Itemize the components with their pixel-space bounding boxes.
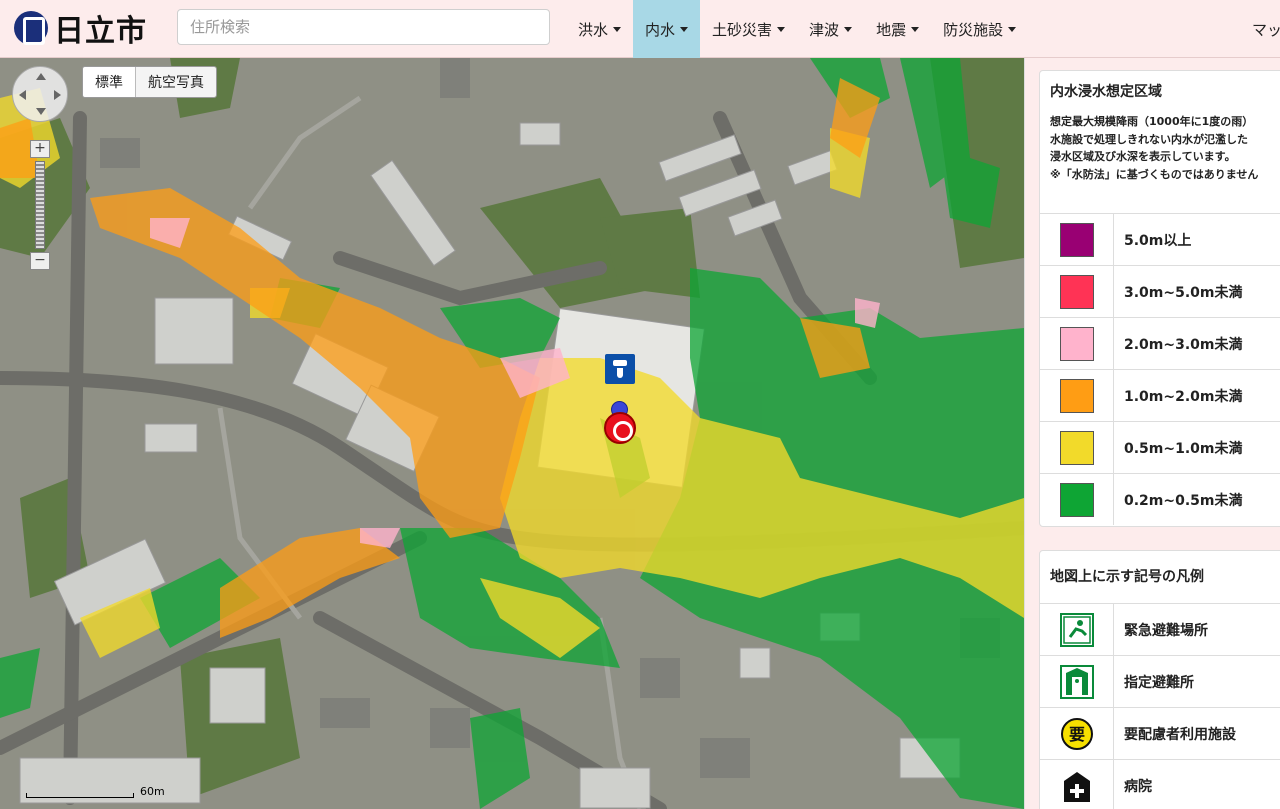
- zoom-slider[interactable]: [35, 161, 45, 249]
- zoom-out-button[interactable]: −: [30, 252, 50, 270]
- legend-description: 想定最大規模降雨（1000年に1度の雨） 水施設で処理しきれない内水が氾濫した …: [1040, 111, 1280, 213]
- nav-label: 内水: [645, 20, 676, 39]
- layer-standard-button[interactable]: 標準: [83, 67, 135, 97]
- swatch-cell: [1040, 214, 1114, 265]
- pan-right-icon[interactable]: [54, 90, 61, 100]
- symbol-row: 指定避難所: [1040, 655, 1280, 707]
- swatch-cell: [1040, 422, 1114, 473]
- chevron-down-icon: [844, 26, 853, 32]
- nav-label: 津波: [809, 20, 840, 39]
- icon-cell: 要: [1040, 708, 1114, 759]
- nav-label: 洪水: [578, 20, 609, 39]
- water-facility-marker-icon[interactable]: [605, 354, 635, 384]
- symbol-legend-title: 地図上に示す記号の凡例: [1050, 569, 1204, 585]
- pan-up-icon[interactable]: [36, 73, 46, 80]
- symbol-row: 病院: [1040, 759, 1280, 809]
- symbol-label: 指定避難所: [1124, 674, 1194, 691]
- nav-label: 防災施設: [943, 20, 1004, 39]
- designated-shelter-icon: [1059, 664, 1094, 699]
- logo-text: 日立市: [54, 14, 147, 49]
- legend-row: 2.0m~3.0m未満: [1040, 317, 1280, 369]
- scale-bar: 60m: [26, 785, 165, 799]
- nav-tsunami[interactable]: 津波: [797, 0, 864, 58]
- base-layer-toggle: 標準 航空写真: [82, 66, 217, 98]
- legend-row: 5.0m以上: [1040, 213, 1280, 265]
- inland-flood-legend: 内水浸水想定区域 想定最大規模降雨（1000年に1度の雨） 水施設で処理しきれな…: [1039, 70, 1280, 527]
- swatch-cell: [1040, 474, 1114, 525]
- nav-label: 地震: [876, 20, 907, 39]
- symbol-row: 緊急避難場所: [1040, 603, 1280, 655]
- icon-cell: [1040, 656, 1114, 707]
- color-swatch: [1059, 378, 1094, 413]
- swatch-cell: [1040, 370, 1114, 421]
- nav-label: マップ: [1252, 20, 1280, 39]
- legend-row: 3.0m~5.0m未満: [1040, 265, 1280, 317]
- legend-row: 1.0m~2.0m未満: [1040, 369, 1280, 421]
- legend-label: 1.0m~2.0m未満: [1124, 388, 1243, 405]
- scale-label: 60m: [140, 785, 165, 798]
- chevron-down-icon: [911, 26, 920, 32]
- legend-label: 5.0m以上: [1124, 232, 1192, 249]
- legend-label: 3.0m~5.0m未満: [1124, 284, 1243, 301]
- address-search-input[interactable]: [177, 9, 550, 45]
- legend-label: 0.5m~1.0m未満: [1124, 440, 1243, 457]
- color-swatch: [1059, 274, 1094, 309]
- aerial-map-image: [0, 58, 1024, 809]
- legend-panel: 内水浸水想定区域 想定最大規模降雨（1000年に1度の雨） 水施設で処理しきれな…: [1024, 58, 1280, 809]
- location-pin-icon[interactable]: [604, 412, 636, 444]
- symbol-label: 緊急避難場所: [1124, 622, 1208, 639]
- swatch-cell: [1040, 318, 1114, 369]
- symbol-label: 病院: [1124, 778, 1152, 795]
- map-navigation-control: + −: [12, 66, 68, 270]
- symbol-row: 要 要配慮者利用施設: [1040, 707, 1280, 759]
- chevron-down-icon: [1008, 26, 1017, 32]
- symbol-legend: 地図上に示す記号の凡例 緊急避難場所 指定避難所 要 要配慮者利用施設 病院: [1039, 550, 1280, 809]
- color-swatch: [1059, 326, 1094, 361]
- legend-label: 2.0m~3.0m未満: [1124, 336, 1243, 353]
- legend-description-line: 想定最大規模降雨（1000年に1度の雨）: [1050, 115, 1254, 128]
- chevron-down-icon: [613, 26, 622, 32]
- city-logo[interactable]: 日立市: [14, 8, 147, 49]
- pan-left-icon[interactable]: [19, 90, 26, 100]
- legend-row: 0.2m~0.5m未満: [1040, 473, 1280, 525]
- city-emblem-icon: [14, 11, 48, 45]
- icon-cell: [1040, 760, 1114, 809]
- nav-landslide[interactable]: 土砂災害: [700, 0, 797, 58]
- nav-label: 土砂災害: [712, 20, 773, 39]
- color-swatch: [1059, 430, 1094, 465]
- legend-label: 0.2m~0.5m未満: [1124, 492, 1243, 509]
- emergency-evacuation-site-icon: [1059, 612, 1094, 647]
- legend-description-line: 水施設で処理しきれない内水が氾濫した: [1050, 132, 1248, 146]
- care-facility-icon-text: 要: [1068, 725, 1084, 744]
- legend-title: 内水浸水想定区域: [1050, 84, 1162, 100]
- layer-aerial-button[interactable]: 航空写真: [135, 67, 216, 97]
- nav-facilities[interactable]: 防災施設: [931, 0, 1028, 58]
- pan-control[interactable]: [12, 66, 68, 122]
- care-facility-icon: 要: [1060, 717, 1093, 750]
- legend-description-line: 浸水区域及び水深を表示しています。: [1050, 150, 1236, 163]
- legend-row: 0.5m~1.0m未満: [1040, 421, 1280, 473]
- color-swatch: [1059, 482, 1094, 517]
- nav-inland-flood[interactable]: 内水: [633, 0, 701, 58]
- nav-map-menu[interactable]: マップ: [1252, 0, 1280, 58]
- map-canvas[interactable]: + − 標準 航空写真 60m: [0, 58, 1024, 809]
- scale-line: [26, 793, 134, 798]
- zoom-in-button[interactable]: +: [30, 140, 50, 158]
- symbol-label: 要配慮者利用施設: [1124, 726, 1236, 743]
- pan-down-icon[interactable]: [36, 108, 46, 115]
- nav-earthquake[interactable]: 地震: [864, 0, 931, 58]
- nav-flood[interactable]: 洪水: [566, 0, 633, 58]
- icon-cell: [1040, 604, 1114, 655]
- color-swatch: [1059, 222, 1094, 257]
- legend-description-line: ※「水防法」に基づくものではありません: [1050, 167, 1259, 181]
- chevron-down-icon: [777, 26, 786, 32]
- chevron-down-icon: [680, 26, 689, 32]
- hazard-nav: 洪水 内水 土砂災害 津波 地震 防災施設: [566, 0, 1028, 58]
- swatch-cell: [1040, 266, 1114, 317]
- header-bar: 日立市 洪水 内水 土砂災害 津波 地震 防災施設 マップ: [0, 0, 1280, 58]
- hospital-icon: [1063, 771, 1090, 802]
